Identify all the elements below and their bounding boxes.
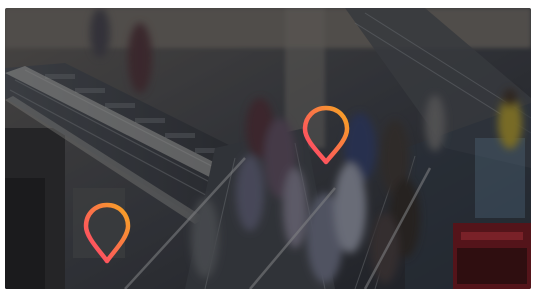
location-pin-icon xyxy=(83,202,131,264)
photo-frame xyxy=(5,8,531,289)
location-pin-icon xyxy=(302,105,350,165)
